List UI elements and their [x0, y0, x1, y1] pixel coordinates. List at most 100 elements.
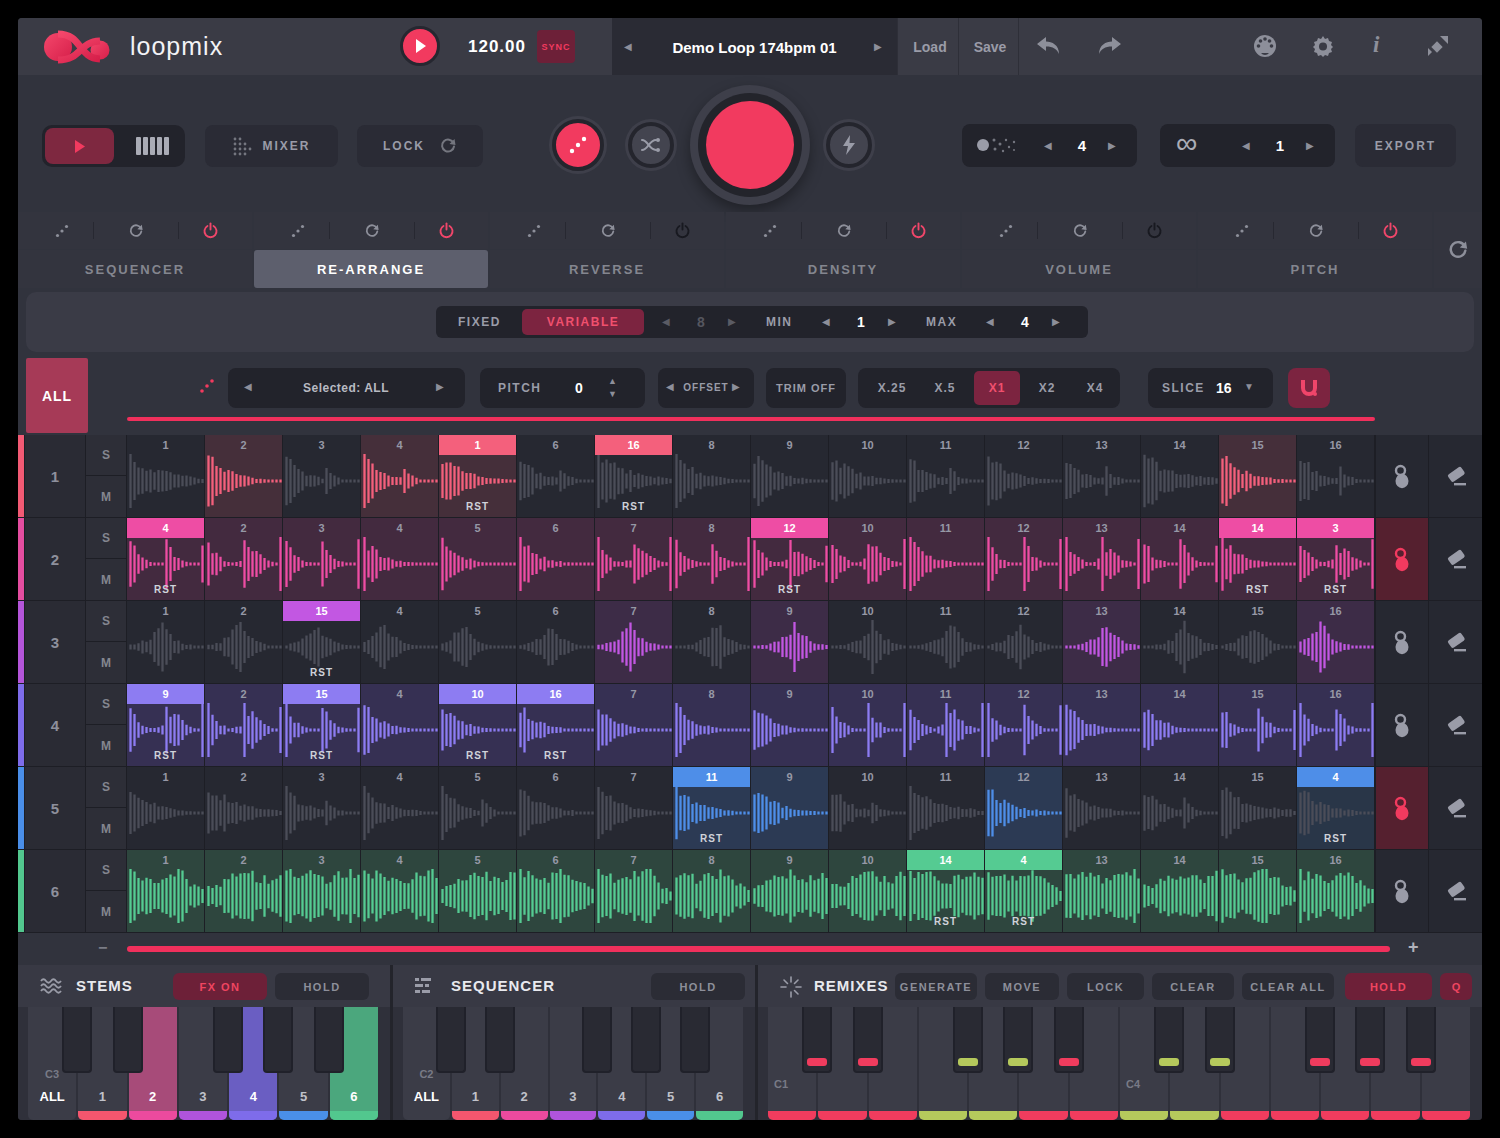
row-dice-icon[interactable]: [198, 377, 216, 395]
slice-cell[interactable]: 9: [751, 435, 828, 517]
tab-power-icon[interactable]: [202, 222, 219, 239]
preset-next-arrow[interactable]: ▶: [874, 41, 882, 52]
zoom-in-plus[interactable]: +: [1408, 937, 1419, 958]
rate-x4[interactable]: X4: [1074, 371, 1116, 405]
solo-button[interactable]: S: [86, 684, 126, 724]
slice-cell[interactable]: 15: [1219, 684, 1296, 766]
piano-icon[interactable]: [136, 137, 170, 155]
row-erase-button[interactable]: [1429, 601, 1482, 683]
slice-cell[interactable]: 3: [283, 767, 360, 849]
slice-cell[interactable]: 16: [1297, 850, 1374, 932]
black-key[interactable]: [1205, 1007, 1235, 1073]
slice-cell[interactable]: 3: [283, 518, 360, 600]
tab-dice-icon[interactable]: [762, 223, 778, 239]
trigger-button[interactable]: [826, 122, 872, 168]
slice-cell[interactable]: 9: [751, 850, 828, 932]
slice-cell[interactable]: 14: [1141, 435, 1218, 517]
remix-move-button[interactable]: MOVE: [985, 973, 1059, 1000]
max-next-arrow[interactable]: ▶: [1052, 316, 1060, 327]
fx-on-button[interactable]: FX ON: [173, 973, 267, 1000]
slice-cell[interactable]: 4: [361, 518, 438, 600]
randomize-dice-button[interactable]: [552, 119, 604, 171]
slice-cell[interactable]: 13: [1063, 435, 1140, 517]
tab-density[interactable]: DENSITY: [726, 250, 960, 288]
slice-cell[interactable]: 7: [595, 601, 672, 683]
mute-button[interactable]: M: [86, 808, 126, 849]
bpm-value[interactable]: 120.00: [454, 37, 540, 57]
tab-refresh-icon[interactable]: [600, 223, 616, 239]
slice-cell[interactable]: 4: [361, 850, 438, 932]
tab-dice-icon[interactable]: [54, 223, 70, 239]
slice-cell[interactable]: 11: [907, 684, 984, 766]
row-lock-button[interactable]: [1376, 850, 1428, 932]
slice-cell[interactable]: 10: [829, 767, 906, 849]
slice-cell[interactable]: 6: [517, 518, 594, 600]
max-prev-arrow[interactable]: ◀: [986, 316, 994, 327]
stems-hold-button[interactable]: HOLD: [275, 973, 369, 1000]
sync-badge[interactable]: SYNC: [537, 30, 575, 63]
slice-cell[interactable]: 10: [829, 684, 906, 766]
slice-cell[interactable]: 7: [595, 850, 672, 932]
solo-button[interactable]: S: [86, 518, 126, 558]
info-icon[interactable]: i: [1373, 32, 1379, 58]
tab-refresh-icon[interactable]: [1072, 223, 1088, 239]
tab-volume[interactable]: VOLUME: [962, 250, 1196, 288]
black-key[interactable]: [436, 1007, 466, 1073]
black-key[interactable]: [314, 1007, 344, 1073]
tab-dice-icon[interactable]: [526, 223, 542, 239]
main-knob[interactable]: [690, 85, 810, 205]
slice-cell[interactable]: 11RST: [673, 767, 750, 849]
sequencer-hold-button[interactable]: HOLD: [651, 973, 745, 1000]
slice-cell[interactable]: 12: [985, 684, 1062, 766]
slice-cell[interactable]: 2: [205, 601, 282, 683]
slice-cell[interactable]: 14RST: [907, 850, 984, 932]
slice-cell[interactable]: 13: [1063, 684, 1140, 766]
mixer-button[interactable]: MIXER: [205, 125, 338, 167]
tab-power-icon[interactable]: [1146, 222, 1163, 239]
black-key[interactable]: [1305, 1007, 1335, 1073]
slice-cell[interactable]: 12: [985, 601, 1062, 683]
slice-cell[interactable]: 12RST: [751, 518, 828, 600]
slice-cell[interactable]: 5: [439, 518, 516, 600]
slice-cell[interactable]: 1: [127, 850, 204, 932]
selected-prev-arrow[interactable]: ◀: [244, 381, 252, 392]
slice-cell[interactable]: 5: [439, 850, 516, 932]
black-key[interactable]: [1406, 1007, 1436, 1073]
load-button[interactable]: Load: [902, 39, 958, 55]
tab-refresh-icon[interactable]: [364, 223, 380, 239]
row-lock-button[interactable]: [1376, 435, 1428, 517]
slice-cell[interactable]: 13: [1063, 850, 1140, 932]
slice-cell[interactable]: 10: [829, 601, 906, 683]
slice-cell[interactable]: 8: [673, 518, 750, 600]
black-key[interactable]: [263, 1007, 293, 1073]
slice-cell[interactable]: 7: [595, 684, 672, 766]
all-rows-button[interactable]: ALL: [26, 358, 88, 433]
zoom-out-minus[interactable]: −: [98, 939, 107, 957]
steps-next-arrow[interactable]: ▶: [728, 316, 736, 327]
slice-cell[interactable]: 9: [751, 684, 828, 766]
row-erase-button[interactable]: [1429, 850, 1482, 932]
min-prev-arrow[interactable]: ◀: [822, 316, 830, 327]
slice-cell[interactable]: 16: [1297, 601, 1374, 683]
fixed-button[interactable]: FIXED: [458, 315, 501, 329]
slice-cell[interactable]: 1: [127, 767, 204, 849]
slice-cell[interactable]: 6: [517, 767, 594, 849]
slice-cell[interactable]: 14RST: [1219, 518, 1296, 600]
steps-prev-arrow[interactable]: ◀: [662, 316, 670, 327]
solo-button[interactable]: S: [86, 435, 126, 475]
black-key[interactable]: [953, 1007, 983, 1073]
play-keys-toggle[interactable]: [42, 125, 185, 167]
slice-cell[interactable]: 16: [1297, 435, 1374, 517]
row-lock-button[interactable]: [1376, 767, 1428, 849]
black-key[interactable]: [1355, 1007, 1385, 1073]
toggle-play-segment[interactable]: [45, 128, 114, 164]
slice-cell[interactable]: 1: [127, 601, 204, 683]
tab-dice-icon[interactable]: [1234, 223, 1250, 239]
slice-cell[interactable]: 6: [517, 601, 594, 683]
tab-dice-icon[interactable]: [998, 223, 1014, 239]
pitch-stepper[interactable]: ▲▼: [608, 375, 617, 401]
slice-cell[interactable]: 6: [517, 435, 594, 517]
tab-power-icon[interactable]: [910, 222, 927, 239]
slice-cell[interactable]: 4: [361, 601, 438, 683]
loop-next-arrow[interactable]: ▶: [1306, 140, 1314, 151]
